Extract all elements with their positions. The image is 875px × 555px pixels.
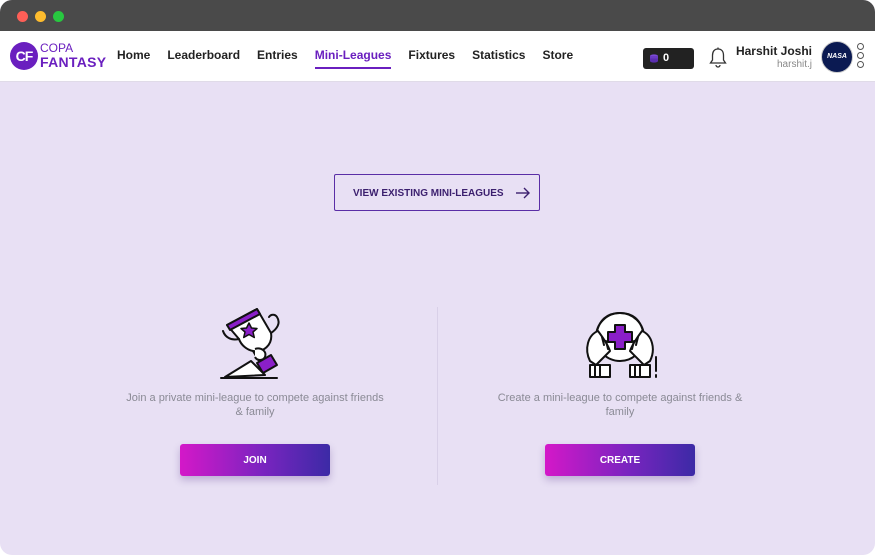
coin-count: 0 bbox=[663, 52, 670, 64]
trophy-icon bbox=[220, 308, 280, 379]
coin-balance[interactable]: 0 bbox=[643, 48, 694, 69]
create-button[interactable]: CREATE bbox=[545, 444, 695, 476]
title-bar bbox=[0, 0, 875, 31]
column-divider bbox=[437, 307, 438, 485]
nav-home[interactable]: Home bbox=[117, 48, 150, 69]
avatar[interactable]: NASA bbox=[821, 41, 853, 73]
join-description: Join a private mini-league to compete ag… bbox=[126, 392, 384, 418]
minimize-window-button[interactable] bbox=[35, 11, 46, 22]
app-window: CF COPA FANTASY Home Leaderboard Entries… bbox=[0, 0, 875, 555]
view-existing-label: VIEW EXISTING MINI-LEAGUES bbox=[353, 188, 504, 199]
close-window-button[interactable] bbox=[17, 11, 28, 22]
join-button[interactable]: JOIN bbox=[180, 444, 330, 476]
nav-statistics[interactable]: Statistics bbox=[472, 48, 525, 69]
bell-icon[interactable] bbox=[708, 47, 728, 69]
brand-line-1: COPA bbox=[40, 41, 74, 55]
nav-entries[interactable]: Entries bbox=[257, 48, 298, 69]
brand-line-2: FANTASY bbox=[40, 54, 107, 70]
view-existing-mini-leagues-button[interactable]: VIEW EXISTING MINI-LEAGUES bbox=[334, 174, 540, 211]
nav-store[interactable]: Store bbox=[542, 48, 573, 69]
nav-mini-leagues[interactable]: Mini-Leagues bbox=[314, 48, 392, 69]
brand-logo[interactable]: CF COPA FANTASY bbox=[10, 41, 106, 71]
main-nav: Home Leaderboard Entries Mini-Leagues Fi… bbox=[117, 48, 590, 69]
hands-ball-icon bbox=[586, 312, 657, 378]
more-vertical-icon[interactable] bbox=[857, 43, 865, 70]
brand-mark: CF bbox=[10, 42, 38, 70]
coins-icon bbox=[650, 54, 658, 63]
top-navbar: CF COPA FANTASY Home Leaderboard Entries… bbox=[0, 31, 875, 82]
zoom-window-button[interactable] bbox=[53, 11, 64, 22]
nav-leaderboard[interactable]: Leaderboard bbox=[167, 48, 240, 69]
nav-fixtures[interactable]: Fixtures bbox=[408, 48, 455, 69]
user-handle: harshit.j bbox=[776, 59, 812, 70]
user-name[interactable]: Harshit Joshi bbox=[736, 44, 812, 58]
create-description: Create a mini-league to compete against … bbox=[497, 392, 743, 418]
arrow-right-icon bbox=[516, 187, 530, 199]
